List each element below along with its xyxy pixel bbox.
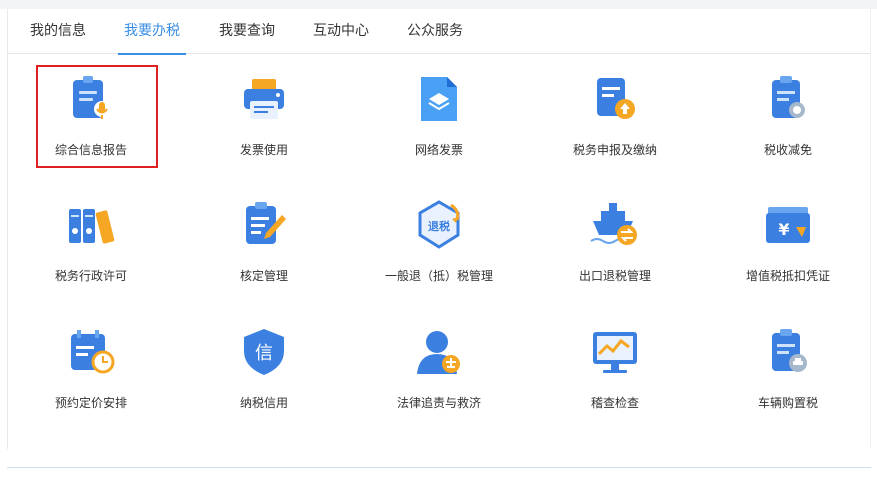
service-assessment-management[interactable]: 核定管理	[184, 182, 344, 292]
vat-voucher-icon: ¥	[760, 197, 816, 253]
network-invoice-icon	[411, 71, 467, 127]
tab-tax-handling[interactable]: 我要办税	[118, 9, 186, 55]
service-grid: 综合信息报告 发票使用 网络发票 税务申报及缴纳 税收减免 税务行政许可 核定管…	[8, 54, 870, 449]
service-label: 出口退税管理	[578, 269, 651, 283]
service-label: 预约定价安排	[54, 396, 127, 410]
service-invoice-use[interactable]: 发票使用	[184, 56, 344, 166]
service-label: 网络发票	[414, 143, 463, 157]
service-label: 核定管理	[239, 269, 288, 283]
service-label: 车辆购置税	[757, 396, 818, 410]
credit-icon-text: 信	[255, 343, 273, 364]
service-tax-declaration[interactable]: 税务申报及缴纳	[535, 56, 695, 166]
service-network-invoice[interactable]: 网络发票	[359, 56, 519, 166]
service-label: 税务申报及缴纳	[572, 143, 657, 157]
service-label: 纳税信用	[239, 396, 288, 410]
credit-shield-icon: 信	[236, 324, 292, 380]
service-legal-remedy[interactable]: 法律追责与救济	[359, 309, 519, 419]
calendar-clock-icon	[63, 324, 119, 380]
vehicle-tax-icon	[760, 324, 816, 380]
service-export-refund[interactable]: 出口退税管理	[535, 182, 695, 292]
service-label: 法律追责与救济	[396, 396, 481, 410]
service-tax-credit[interactable]: 信 纳税信用	[184, 309, 344, 419]
clipboard-edit-icon	[236, 197, 292, 253]
tab-query[interactable]: 我要查询	[215, 9, 279, 54]
printer-icon	[236, 71, 292, 127]
tab-my-info[interactable]: 我的信息	[26, 9, 90, 54]
bottom-divider	[7, 467, 871, 468]
service-vat-deduction[interactable]: ¥ 增值税抵扣凭证	[708, 182, 868, 292]
service-advance-pricing[interactable]: 预约定价安排	[11, 309, 171, 419]
service-general-refund[interactable]: 退税 一般退（抵）税管理	[359, 182, 519, 292]
service-label: 稽查检查	[590, 396, 639, 410]
service-label: 综合信息报告	[54, 143, 127, 157]
report-mic-icon	[63, 71, 119, 127]
service-tax-relief[interactable]: 税收减免	[708, 56, 868, 166]
service-audit-inspection[interactable]: 稽查检查	[535, 309, 695, 419]
service-administrative-license[interactable]: 税务行政许可	[11, 182, 171, 292]
service-label: 税收减免	[763, 143, 812, 157]
monitor-chart-icon	[587, 324, 643, 380]
tab-interaction-center[interactable]: 互动中心	[309, 9, 373, 54]
service-label: 发票使用	[239, 143, 288, 157]
tab-public-service[interactable]: 公众服务	[403, 9, 467, 54]
top-strip	[0, 0, 877, 9]
export-ship-icon	[587, 197, 643, 253]
refund-icon-text: 退税	[428, 219, 450, 233]
legal-person-icon	[411, 324, 467, 380]
binders-icon	[63, 197, 119, 253]
tax-relief-icon	[760, 71, 816, 127]
tab-bar: 我的信息 我要办税 我要查询 互动中心 公众服务	[8, 9, 870, 55]
tax-service-panel: 我的信息 我要办税 我要查询 互动中心 公众服务 综合信息报告 发票使用 网络发…	[7, 9, 871, 449]
service-label: 一般退（抵）税管理	[384, 269, 493, 283]
service-vehicle-purchase-tax[interactable]: 车辆购置税	[708, 309, 868, 419]
yen-icon-text: ¥	[778, 220, 789, 239]
tax-refund-shield-icon: 退税	[411, 197, 467, 253]
service-label: 税务行政许可	[54, 269, 127, 283]
service-label: 增值税抵扣凭证	[745, 269, 830, 283]
service-comprehensive-report[interactable]: 综合信息报告	[11, 56, 171, 166]
tax-declare-upload-icon	[587, 71, 643, 127]
